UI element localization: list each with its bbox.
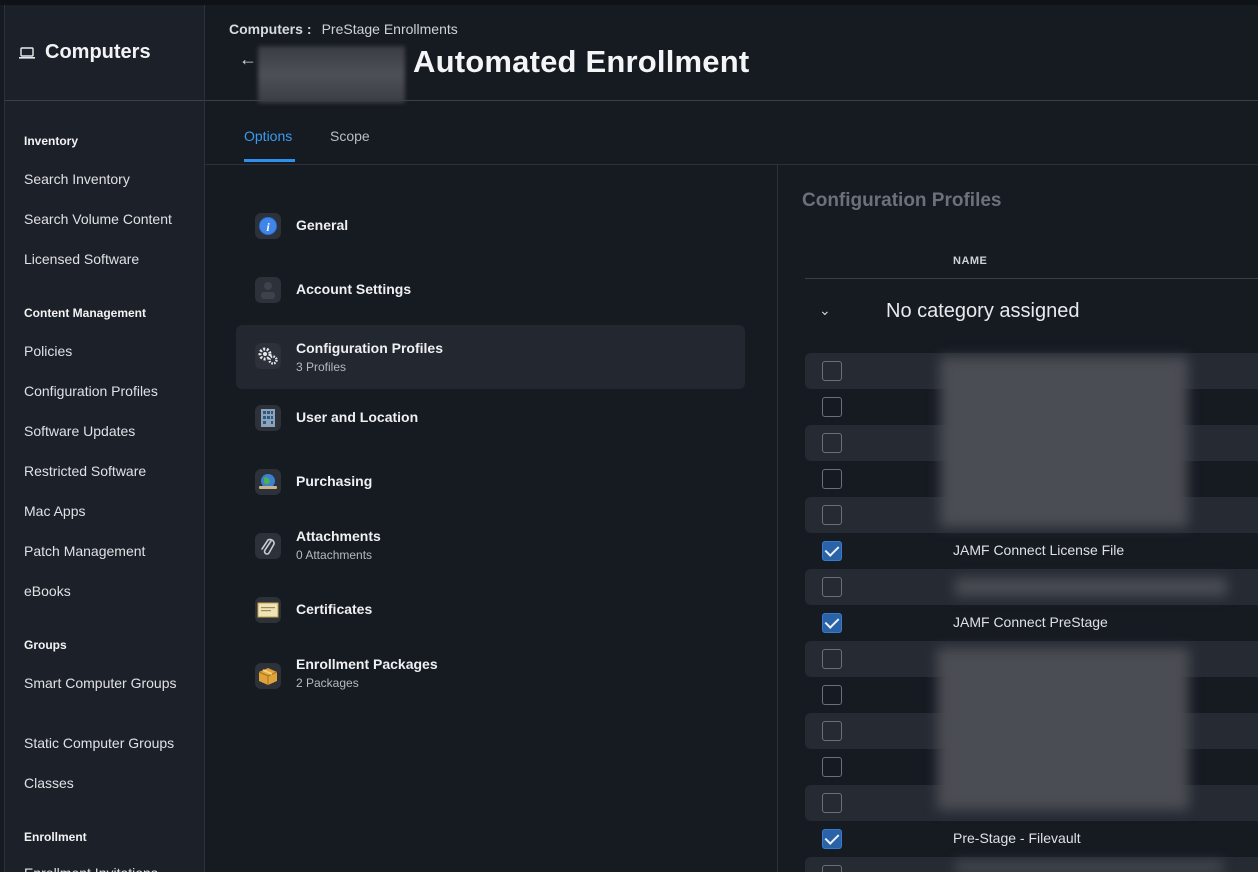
profile-name: JAMF Connect PreStage xyxy=(953,614,1108,630)
sidebar-header: Computers xyxy=(5,5,204,101)
laptop-icon xyxy=(19,46,35,59)
option-certificates[interactable]: Certificates xyxy=(236,577,745,641)
certificate-icon xyxy=(255,597,281,623)
option-account-settings[interactable]: Account Settings xyxy=(236,257,745,321)
profile-checkbox[interactable] xyxy=(822,469,842,489)
info-icon: i xyxy=(255,213,281,239)
option-label: General xyxy=(296,217,349,233)
category-label: No category assigned xyxy=(886,300,1080,322)
tab-scope[interactable]: Scope xyxy=(330,128,370,144)
profile-checkbox[interactable] xyxy=(822,613,842,633)
sidebar-item-search-volume-content[interactable]: Search Volume Content xyxy=(24,209,199,229)
user-icon xyxy=(255,277,281,303)
option-label: Enrollment Packages xyxy=(296,656,438,672)
sidebar-section-enrollment: Enrollment xyxy=(24,830,87,844)
breadcrumb-separator: : xyxy=(306,21,312,37)
panel-title: Configuration Profiles xyxy=(802,190,1002,211)
redacted-name-block xyxy=(258,46,405,103)
column-header-name[interactable]: NAME xyxy=(953,255,987,267)
page-header: Computers: PreStage Enrollments ← Automat… xyxy=(205,5,1258,103)
building-icon xyxy=(255,405,281,431)
option-general[interactable]: i General xyxy=(236,193,745,257)
profile-checkbox[interactable] xyxy=(822,649,842,669)
option-label: User and Location xyxy=(296,409,419,425)
options-list: i General Account Settings Configuration… xyxy=(205,165,777,872)
redacted-name-block xyxy=(955,578,1227,596)
profile-checkbox[interactable] xyxy=(822,793,842,813)
header-divider xyxy=(805,278,1258,279)
sidebar-item-search-inventory[interactable]: Search Inventory xyxy=(24,169,199,189)
profile-checkbox[interactable] xyxy=(822,505,842,525)
option-enrollment-packages[interactable]: Enrollment Packages 2 Packages xyxy=(236,641,745,705)
sidebar-item-configuration-profiles[interactable]: Configuration Profiles xyxy=(24,381,199,401)
option-label: Attachments xyxy=(296,528,381,544)
sidebar-item-software-updates[interactable]: Software Updates xyxy=(24,421,199,441)
sidebar-item-patch-management[interactable]: Patch Management xyxy=(24,541,199,561)
sidebar-item-enrollment-invitations[interactable]: Enrollment Invitations xyxy=(24,863,199,872)
option-label: Account Settings xyxy=(296,281,412,297)
option-label: Purchasing xyxy=(296,473,373,489)
profile-checkbox[interactable] xyxy=(822,829,842,849)
option-sublabel: 0 Attachments xyxy=(296,548,373,562)
sidebar-item-classes[interactable]: Classes xyxy=(24,773,199,793)
redacted-name-block xyxy=(955,862,1223,872)
redacted-names-block xyxy=(937,648,1189,810)
chevron-down-icon[interactable]: ⌄ xyxy=(819,302,831,319)
sidebar-section-content-management: Content Management xyxy=(24,306,147,320)
option-configuration-profiles[interactable]: Configuration Profiles 3 Profiles xyxy=(236,325,745,389)
sidebar: Computers Inventory Search Inventory Sea… xyxy=(4,5,205,872)
breadcrumb: Computers: PreStage Enrollments xyxy=(229,21,458,37)
profile-name: JAMF Connect License File xyxy=(953,542,1125,558)
profile-row: Pre-Stage - Filevault xyxy=(805,821,1258,857)
profile-checkbox[interactable] xyxy=(822,865,842,872)
profile-checkbox[interactable] xyxy=(822,397,842,417)
option-sublabel: 2 Packages xyxy=(296,676,359,690)
sidebar-item-restricted-software[interactable]: Restricted Software xyxy=(24,461,199,481)
sidebar-item-ebooks[interactable]: eBooks xyxy=(24,581,199,601)
profile-name: Pre-Stage - Filevault xyxy=(953,830,1081,846)
option-sublabel: 3 Profiles xyxy=(296,360,347,374)
active-tab-indicator xyxy=(244,159,295,162)
profile-row: JAMF Connect License File xyxy=(805,533,1258,569)
option-user-and-location[interactable]: User and Location xyxy=(236,385,745,449)
sidebar-title: Computers xyxy=(45,41,151,63)
package-icon xyxy=(255,663,281,689)
profile-checkbox[interactable] xyxy=(822,685,842,705)
page-title: Automated Enrollment xyxy=(413,44,750,79)
tab-options[interactable]: Options xyxy=(244,128,292,144)
profile-checkbox[interactable] xyxy=(822,361,842,381)
tab-bar: Options Scope xyxy=(205,101,1258,165)
option-purchasing[interactable]: Purchasing xyxy=(236,449,745,513)
breadcrumb-root[interactable]: Computers xyxy=(229,21,303,37)
sidebar-item-policies[interactable]: Policies xyxy=(24,341,199,361)
sidebar-item-smart-computer-groups[interactable]: Smart Computer Groups xyxy=(24,673,199,693)
option-label: Configuration Profiles xyxy=(296,340,443,356)
breadcrumb-current[interactable]: PreStage Enrollments xyxy=(322,21,458,37)
profile-checkbox[interactable] xyxy=(822,577,842,597)
sidebar-section-groups: Groups xyxy=(24,638,67,652)
option-label: Certificates xyxy=(296,601,373,617)
option-attachments[interactable]: Attachments 0 Attachments xyxy=(236,513,745,577)
panel-divider xyxy=(777,165,778,872)
sidebar-item-licensed-software[interactable]: Licensed Software xyxy=(24,249,199,269)
profile-row: JAMF Connect PreStage xyxy=(805,605,1258,641)
sidebar-section-inventory: Inventory xyxy=(24,134,79,148)
profile-checkbox[interactable] xyxy=(822,541,842,561)
paperclip-icon xyxy=(255,533,281,559)
profile-checkbox[interactable] xyxy=(822,433,842,453)
sidebar-item-static-computer-groups[interactable]: Static Computer Groups xyxy=(24,733,199,753)
globe-icon xyxy=(255,469,281,495)
sidebar-item-mac-apps[interactable]: Mac Apps xyxy=(24,501,199,521)
profile-checkbox[interactable] xyxy=(822,721,842,741)
redacted-names-block xyxy=(940,357,1188,527)
profile-checkbox[interactable] xyxy=(822,757,842,777)
gears-icon xyxy=(255,343,281,369)
back-arrow-icon[interactable]: ← xyxy=(239,49,257,70)
